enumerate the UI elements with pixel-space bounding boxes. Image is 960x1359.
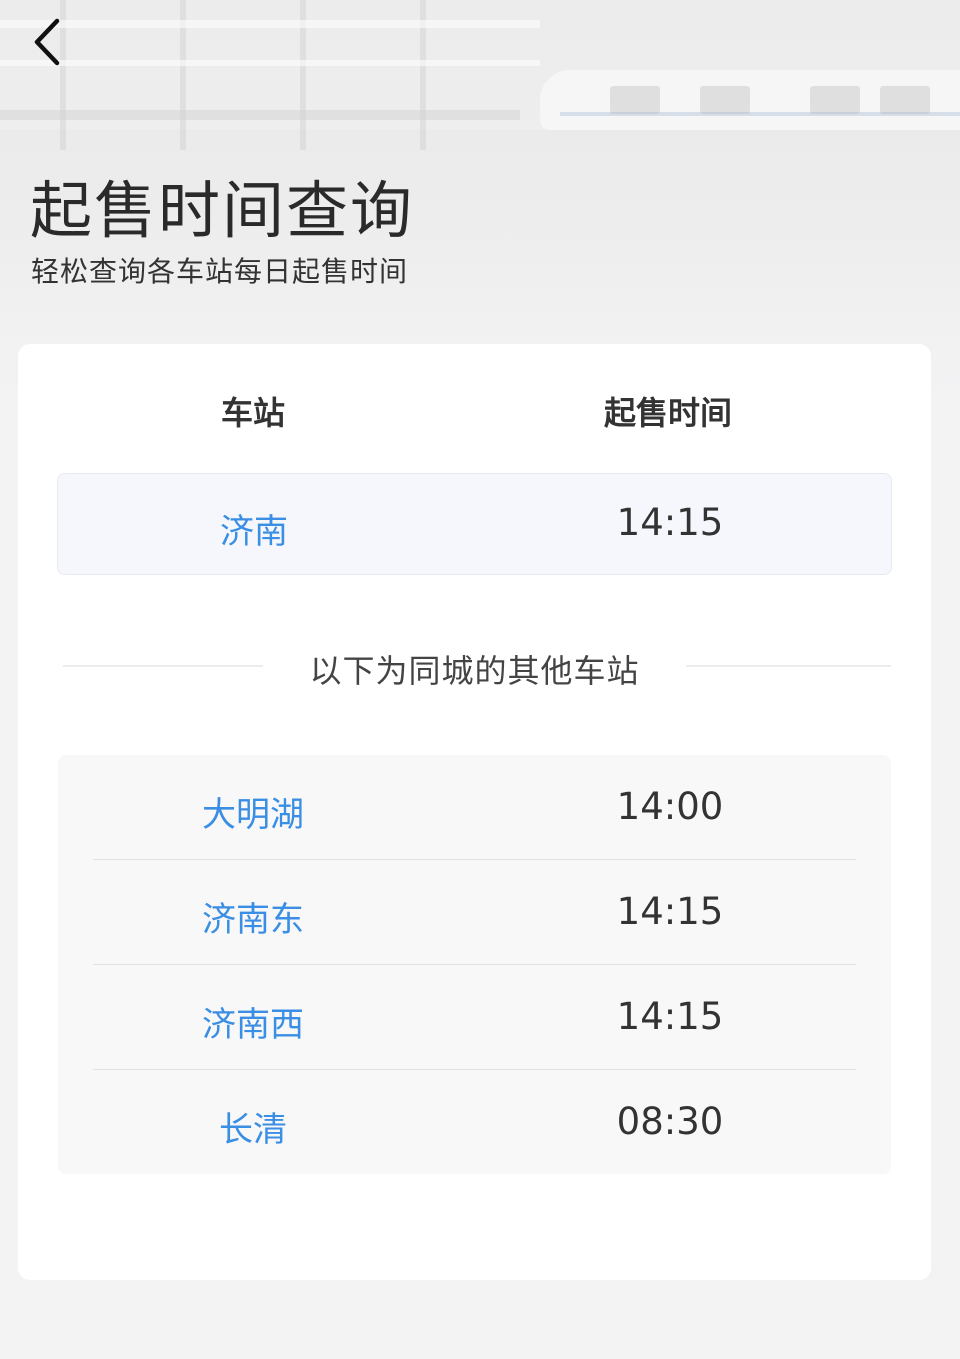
- sale-time: 14:00: [616, 785, 724, 828]
- divider-label: 以下为同城的其他车站: [309, 652, 640, 690]
- sale-time: 14:15: [616, 501, 724, 544]
- sale-time: 14:15: [616, 995, 724, 1038]
- section-divider: 以下为同城的其他车站: [63, 640, 893, 690]
- station-link[interactable]: 长清: [103, 1102, 403, 1151]
- other-stations-list: 大明湖 14:00 济南东 14:15 济南西 14:15 长清 08:30: [58, 755, 891, 1174]
- list-item: 大明湖 14:00: [58, 755, 891, 860]
- station-link[interactable]: 济南东: [103, 892, 403, 941]
- divider-line-left: [63, 665, 263, 667]
- column-header-sale-time: 起售时间: [603, 394, 732, 432]
- page-subtitle: 轻松查询各车站每日起售时间: [31, 255, 409, 288]
- sale-time: 08:30: [616, 1100, 724, 1143]
- station-link[interactable]: 济南西: [103, 997, 403, 1046]
- divider-line-right: [686, 665, 891, 667]
- page-title: 起售时间查询: [30, 174, 415, 247]
- column-header-station: 车站: [220, 394, 285, 432]
- back-button[interactable]: [22, 14, 72, 70]
- station-link[interactable]: 大明湖: [103, 787, 403, 836]
- list-item: 长清 08:30: [58, 1070, 891, 1175]
- current-station-row: 济南 14:15: [57, 473, 892, 575]
- list-item: 济南西 14:15: [58, 965, 891, 1070]
- chevron-left-icon: [34, 18, 60, 66]
- list-item: 济南东 14:15: [58, 860, 891, 965]
- station-link[interactable]: 济南: [104, 504, 404, 553]
- sale-time: 14:15: [616, 890, 724, 933]
- sale-time-card: 车站 起售时间 济南 14:15 以下为同城的其他车站 大明湖 14:00 济南…: [18, 344, 931, 1280]
